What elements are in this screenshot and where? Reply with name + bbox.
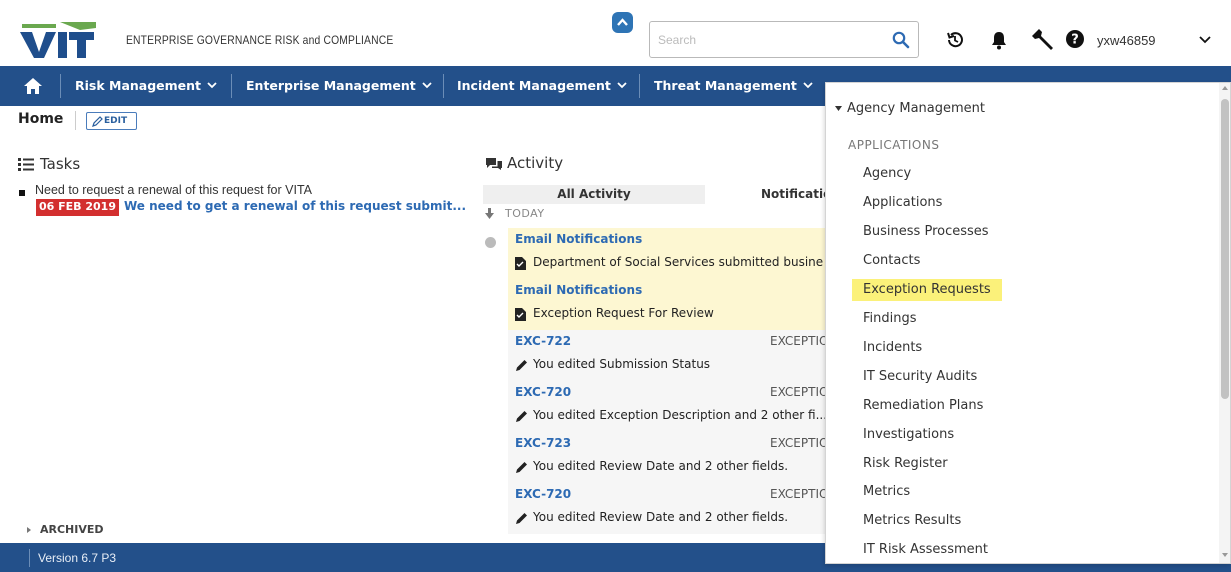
activity-item[interactable]: EXC-722 EXCEPTIO You edited Submission S… — [508, 330, 828, 381]
dropdown-section-label: APPLICATIONS — [848, 138, 940, 152]
bell-icon[interactable] — [990, 30, 1008, 50]
menu-item-incidents[interactable]: Incidents — [852, 337, 933, 359]
chevron-down-icon[interactable] — [1199, 36, 1211, 44]
nav-risk-management[interactable]: Risk Management — [75, 78, 217, 93]
page-title: Home — [18, 111, 64, 127]
wrench-icon[interactable] — [1031, 27, 1055, 51]
home-icon[interactable] — [24, 78, 42, 94]
nav-label: Threat Management — [654, 78, 797, 93]
menu-item-contacts[interactable]: Contacts — [852, 250, 931, 272]
pencil-icon — [516, 360, 527, 371]
dropdown-scrollbar[interactable] — [1219, 83, 1230, 563]
chevron-up-icon — [617, 18, 628, 26]
menu-item-agency[interactable]: Agency — [852, 163, 922, 185]
list-icon — [18, 158, 34, 171]
nav-label: Incident Management — [457, 78, 611, 93]
activity-item[interactable]: EXC-723 EXCEPTIO You edited Review Date … — [508, 432, 828, 483]
tab-notifications[interactable]: Notificatio — [761, 185, 831, 204]
menu-item-applications[interactable]: Applications — [852, 192, 953, 214]
nav-divider — [443, 74, 444, 98]
app-title: ENTERPRISE GOVERNANCE RISK and COMPLIANC… — [126, 33, 394, 47]
vita-logo[interactable] — [20, 22, 96, 58]
menu-item-metrics[interactable]: Metrics — [852, 481, 921, 503]
menu-item-exception-requests[interactable]: Exception Requests — [852, 279, 1002, 301]
chevron-down-icon — [617, 82, 627, 89]
activity-item-title[interactable]: EXC-720 — [515, 385, 571, 399]
search-input[interactable] — [658, 31, 873, 49]
activity-item-title[interactable]: EXC-720 — [515, 487, 571, 501]
arrow-down-icon — [485, 208, 494, 219]
help-icon[interactable]: ? — [1065, 29, 1085, 49]
activity-item-type: EXCEPTIO — [770, 436, 828, 450]
tab-all-activity[interactable]: All Activity — [483, 185, 705, 204]
activity-item-type: EXCEPTIO — [770, 487, 828, 501]
activity-item[interactable]: Email Notifications Department of Social… — [508, 228, 828, 279]
activity-item-type: EXCEPTIO — [770, 334, 828, 348]
footer-divider — [29, 549, 30, 567]
nav-divider — [60, 74, 61, 98]
edit-label: EDIT — [104, 116, 128, 126]
activity-item[interactable]: Email Notifications Exception Request Fo… — [508, 279, 828, 330]
menu-item-findings[interactable]: Findings — [852, 308, 928, 330]
activity-item-type: EXCEPTIO — [770, 385, 828, 399]
pencil-icon — [516, 411, 527, 422]
activity-item-title[interactable]: Email Notifications — [515, 232, 642, 246]
menu-item-metrics-results[interactable]: Metrics Results — [852, 510, 972, 532]
breadcrumb-divider — [75, 111, 76, 130]
nav-label: Enterprise Management — [246, 78, 416, 93]
task-due-date-badge: 06 FEB 2019 — [36, 199, 119, 216]
file-icon — [515, 308, 526, 321]
nav-enterprise-management[interactable]: Enterprise Management — [246, 78, 432, 93]
version-label: Version 6.7 P3 — [38, 551, 117, 565]
archived-toggle[interactable]: ARCHIVED — [40, 523, 104, 536]
menu-item-business-processes[interactable]: Business Processes — [852, 221, 1000, 243]
collapse-header-button[interactable] — [612, 12, 633, 33]
menu-item-it-security-audits[interactable]: IT Security Audits — [852, 366, 988, 388]
menu-item-risk-register[interactable]: Risk Register — [852, 453, 959, 475]
tasks-title: Tasks — [40, 155, 81, 173]
chevron-down-icon — [207, 82, 217, 89]
scroll-up-arrow-icon[interactable] — [1222, 86, 1228, 90]
timeline-dot — [485, 237, 496, 248]
history-icon[interactable] — [945, 30, 965, 50]
nav-incident-management[interactable]: Incident Management — [457, 78, 627, 93]
nav-divider — [639, 74, 640, 98]
task-description: Need to request a renewal of this reques… — [35, 183, 312, 197]
user-menu[interactable]: yxw46859 — [1097, 33, 1156, 48]
activity-tabs: All Activity Notificatio — [483, 185, 831, 204]
activity-title: Activity — [507, 154, 564, 172]
pencil-icon — [516, 513, 527, 524]
search-icon[interactable] — [892, 31, 910, 49]
svg-text:?: ? — [1071, 33, 1079, 48]
today-label-text: TODAY — [505, 207, 545, 220]
activity-item-title[interactable]: EXC-722 — [515, 334, 571, 348]
caret-down-icon — [835, 106, 842, 111]
chevron-down-icon — [803, 82, 813, 89]
menu-item-it-risk-assessment[interactable]: IT Risk Assessment — [852, 539, 999, 561]
scroll-down-arrow-icon[interactable] — [1222, 553, 1228, 557]
activity-item-title[interactable]: Email Notifications — [515, 283, 642, 297]
comments-icon — [486, 158, 502, 170]
caret-right-icon[interactable] — [27, 527, 31, 533]
activity-item[interactable]: EXC-720 EXCEPTIO You edited Review Date … — [508, 483, 828, 534]
agency-management-dropdown: Agency Management APPLICATIONS Agency Ap… — [825, 82, 1231, 564]
file-icon — [515, 257, 526, 270]
chevron-down-icon — [422, 82, 432, 89]
scrollbar-thumb[interactable] — [1221, 99, 1229, 399]
pencil-icon — [92, 116, 103, 127]
nav-divider — [231, 74, 232, 98]
menu-item-remediation-plans[interactable]: Remediation Plans — [852, 395, 994, 417]
task-bullet — [19, 190, 25, 196]
menu-item-investigations[interactable]: Investigations — [852, 424, 965, 446]
task-link[interactable]: We need to get a renewal of this request… — [124, 199, 466, 213]
app-header: ENTERPRISE GOVERNANCE RISK and COMPLIANC… — [0, 0, 1231, 66]
nav-threat-management[interactable]: Threat Management — [654, 78, 813, 93]
activity-item-title[interactable]: EXC-723 — [515, 436, 571, 450]
edit-button[interactable]: EDIT — [86, 112, 137, 130]
search-box[interactable] — [649, 21, 919, 58]
pencil-icon — [516, 462, 527, 473]
activity-item[interactable]: EXC-720 EXCEPTIO You edited Exception De… — [508, 381, 828, 432]
nav-label: Risk Management — [75, 78, 202, 93]
